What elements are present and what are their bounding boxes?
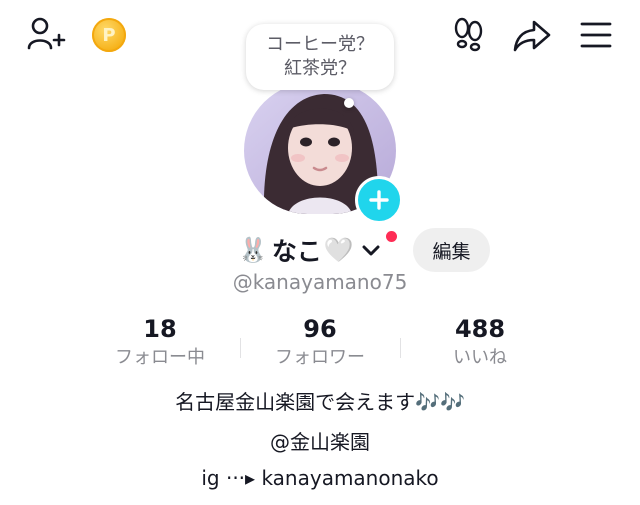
thought-bubble-tail — [344, 98, 354, 108]
stat-following-label: フォロー中 — [115, 347, 205, 368]
thought-bubble-line2: 紅茶党？ — [284, 58, 356, 79]
profile-name-row[interactable]: 🐰 なこ 🤍 — [238, 226, 382, 274]
add-avatar-button[interactable] — [355, 176, 403, 224]
rabbit-emoji: 🐰 — [238, 236, 268, 264]
stat-following-value: 18 — [143, 315, 177, 343]
stat-likes[interactable]: 488 いいね — [400, 314, 560, 374]
stat-likes-value: 488 — [454, 315, 506, 343]
stat-followers-label: フォロワー — [275, 347, 365, 368]
username: @kanayamano75 — [232, 270, 408, 294]
bio-line-1: 名古屋金山楽園で会えます🎶🎶 — [175, 390, 465, 414]
edit-profile-button[interactable]: 編集 — [413, 228, 490, 272]
menu-icon[interactable] — [574, 16, 618, 54]
chevron-down-icon[interactable] — [360, 240, 382, 260]
stat-following[interactable]: 18 フォロー中 — [80, 314, 240, 374]
display-name: なこ — [271, 237, 322, 266]
stat-followers-value: 96 — [303, 315, 337, 343]
footprints-icon[interactable] — [448, 15, 488, 55]
stat-divider — [400, 338, 401, 358]
coin-icon[interactable]: P — [90, 16, 128, 54]
stat-likes-label: いいね — [453, 347, 507, 368]
thought-bubble-line1: コーヒー党？ — [266, 34, 374, 55]
profile-stats: 18 フォロー中 96 フォロワー 488 いいね — [80, 314, 560, 374]
add-friend-icon[interactable] — [24, 14, 68, 54]
plus-icon — [369, 190, 389, 210]
bio-line-2[interactable]: @金山楽園 — [0, 426, 640, 455]
coin-glyph: P — [102, 24, 116, 46]
thought-bubble[interactable]: コーヒー党？ 紅茶党？ — [246, 24, 394, 90]
stat-followers[interactable]: 96 フォロワー — [240, 314, 400, 374]
white-heart-emoji: 🤍 — [323, 236, 354, 264]
share-icon[interactable] — [510, 16, 554, 56]
bio-line-3[interactable]: ig ···▸ kanayamanonako — [0, 466, 640, 490]
stat-divider — [240, 338, 241, 358]
notification-dot — [386, 231, 397, 242]
profile-page: P コーヒー党？ 紅茶党？ 🐰 なこ 🤍 編集 @kanayamano75 18… — [0, 0, 640, 505]
